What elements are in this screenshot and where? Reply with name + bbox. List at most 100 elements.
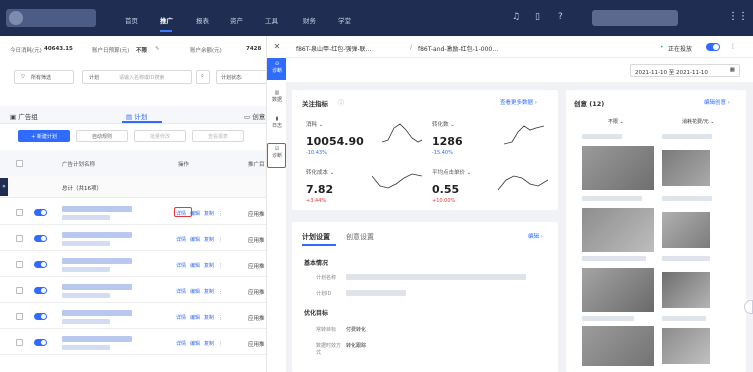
expand-handle[interactable]: »: [0, 178, 8, 196]
row-checkbox[interactable]: [16, 209, 23, 216]
more-icon[interactable]: ⋮: [218, 263, 223, 269]
user-account[interactable]: [592, 10, 678, 26]
edit-link[interactable]: 编辑: [190, 315, 200, 321]
search-input[interactable]: 计划 请输入名称或ID搜索: [82, 70, 192, 84]
detail-link[interactable]: 详情: [176, 289, 186, 295]
creative-thumbnail[interactable]: [582, 268, 654, 312]
log-tab[interactable]: ▮ 日志: [267, 116, 287, 129]
metric-label[interactable]: 转化数 ⌄: [432, 120, 455, 128]
creative-icon: ▭: [244, 113, 251, 121]
copy-link[interactable]: 复制: [204, 263, 214, 269]
search-icon[interactable]: ⌕: [196, 70, 210, 84]
app-grid-icon[interactable]: ⋮⋮: [728, 11, 748, 22]
creative-thumbnail[interactable]: [582, 208, 654, 252]
tab-creative[interactable]: ▭ 创意: [244, 111, 265, 121]
new-plan-button[interactable]: + 新建计划: [18, 130, 70, 142]
status-toggle[interactable]: [34, 209, 47, 216]
more-icon[interactable]: ⋮: [218, 289, 223, 295]
bell-icon[interactable]: ♫: [512, 12, 520, 22]
tab-plan-settings[interactable]: 计划设置: [302, 232, 330, 242]
breadcrumb-1[interactable]: f86T-泉山甲-红包-强弹-联…: [296, 44, 372, 53]
creative-thumbnail[interactable]: [662, 328, 710, 364]
nav-promote[interactable]: 推广: [160, 15, 173, 25]
breadcrumb-2[interactable]: f86T-and-激励-红包-1-000…: [418, 44, 498, 53]
edit-link[interactable]: 编辑: [190, 341, 200, 347]
status-toggle[interactable]: [34, 261, 47, 268]
help-icon[interactable]: ?: [558, 12, 563, 22]
row-checkbox[interactable]: [16, 313, 23, 320]
copy-link[interactable]: 复制: [204, 341, 214, 347]
close-icon[interactable]: ✕: [267, 42, 287, 51]
status-toggle[interactable]: [34, 287, 47, 294]
nav-finance[interactable]: 财务: [303, 15, 316, 25]
more-icon[interactable]: ⋮: [218, 341, 223, 347]
edit-creative-link[interactable]: 编辑创意 ›: [704, 98, 730, 106]
metric-label[interactable]: 平均点击单价 ⌄: [432, 168, 471, 176]
edit-link[interactable]: 编辑: [190, 237, 200, 243]
creative-thumbnail[interactable]: [662, 150, 710, 186]
creative-thumbnail[interactable]: [582, 146, 654, 190]
tab-adgroup[interactable]: ▣ 广告组: [10, 111, 38, 121]
edit-icon[interactable]: ✎: [155, 46, 160, 52]
diagnose-top-tab[interactable]: ⊙ 诊断: [267, 58, 287, 80]
copy-link[interactable]: 复制: [204, 315, 214, 321]
nav-academy[interactable]: 学堂: [338, 15, 351, 25]
metric-label[interactable]: 消耗 ⌄: [306, 120, 323, 128]
batch-edit-button[interactable]: 批量修改: [134, 130, 186, 142]
row-checkbox[interactable]: [16, 287, 23, 294]
tab-plan[interactable]: ▤ 计划: [126, 111, 147, 121]
highlight-detail-link: [174, 207, 192, 217]
auto-rule-button[interactable]: 自动规则: [76, 130, 128, 142]
more-icon[interactable]: ⋮: [218, 315, 223, 321]
nav-home[interactable]: 首页: [125, 15, 138, 25]
edit-settings-link[interactable]: 编辑 ›: [528, 232, 543, 240]
status-toggle[interactable]: [34, 339, 47, 346]
date-range-picker[interactable]: 2021-11-10 至 2021-11-10 ▦: [630, 64, 740, 77]
col-plan-name: 广告计划名称: [62, 162, 96, 168]
more-icon[interactable]: ⋮: [218, 211, 223, 217]
all-filter-dropdown[interactable]: ▽ 所有筛选: [14, 70, 74, 84]
detail-link[interactable]: 详情: [176, 263, 186, 269]
document-icon[interactable]: ▯: [535, 12, 540, 22]
row-checkbox[interactable]: [16, 261, 23, 268]
table-row: 详情 编辑 复制 ⋮ 应用推: [0, 201, 286, 225]
more-icon[interactable]: ⋮: [730, 43, 736, 50]
detail-link[interactable]: 详情: [176, 341, 186, 347]
edit-link[interactable]: 编辑: [190, 263, 200, 269]
copy-link[interactable]: 复制: [204, 289, 214, 295]
status-toggle[interactable]: [34, 235, 47, 242]
row-checkbox[interactable]: [16, 235, 23, 242]
table-row: 详情 编辑 复制 ⋮ 应用推: [0, 227, 286, 251]
status-filter[interactable]: 计划状态:: [216, 70, 268, 84]
creative-thumbnail[interactable]: [582, 326, 654, 366]
select-all-checkbox[interactable]: [16, 160, 23, 167]
creative-thumbnail[interactable]: [662, 272, 710, 308]
view-report-button[interactable]: 查看报表: [192, 130, 244, 142]
daily-spend-value: 40643.15: [44, 46, 73, 52]
creative-thumbnail[interactable]: [662, 212, 710, 248]
metric-label[interactable]: 转化成本 ⌄: [306, 168, 334, 176]
status-toggle[interactable]: [34, 313, 47, 320]
edit-link[interactable]: 编辑: [190, 289, 200, 295]
plan-type-select[interactable]: 计划: [89, 74, 99, 81]
nav-report[interactable]: 报表: [196, 15, 209, 25]
delivery-toggle[interactable]: [706, 43, 720, 51]
nav-tools[interactable]: 工具: [265, 15, 278, 25]
more-data-link[interactable]: 查看更多数据 ›: [500, 98, 537, 106]
creative-filter-1[interactable]: 不限 ⌄: [608, 118, 624, 125]
copy-link[interactable]: 复制: [204, 211, 214, 217]
tab-creative-settings[interactable]: 创意设置: [346, 232, 374, 242]
creative-filter-2[interactable]: 消耗花费/元 ⌄: [682, 118, 714, 125]
detail-link[interactable]: 详情: [176, 237, 186, 243]
detail-link[interactable]: 详情: [176, 315, 186, 321]
folder-icon: ▣: [10, 113, 17, 121]
nav-assets[interactable]: 资产: [230, 15, 243, 25]
copy-link[interactable]: 复制: [204, 237, 214, 243]
side-expand-handle[interactable]: [744, 300, 753, 314]
info-icon[interactable]: ⓘ: [338, 98, 344, 107]
more-icon[interactable]: ⋮: [218, 237, 223, 243]
data-tab[interactable]: ▥ 数据: [267, 90, 287, 103]
brand-logo[interactable]: [6, 9, 96, 27]
row-checkbox[interactable]: [16, 339, 23, 346]
breadcrumb-sep: /: [410, 44, 413, 51]
